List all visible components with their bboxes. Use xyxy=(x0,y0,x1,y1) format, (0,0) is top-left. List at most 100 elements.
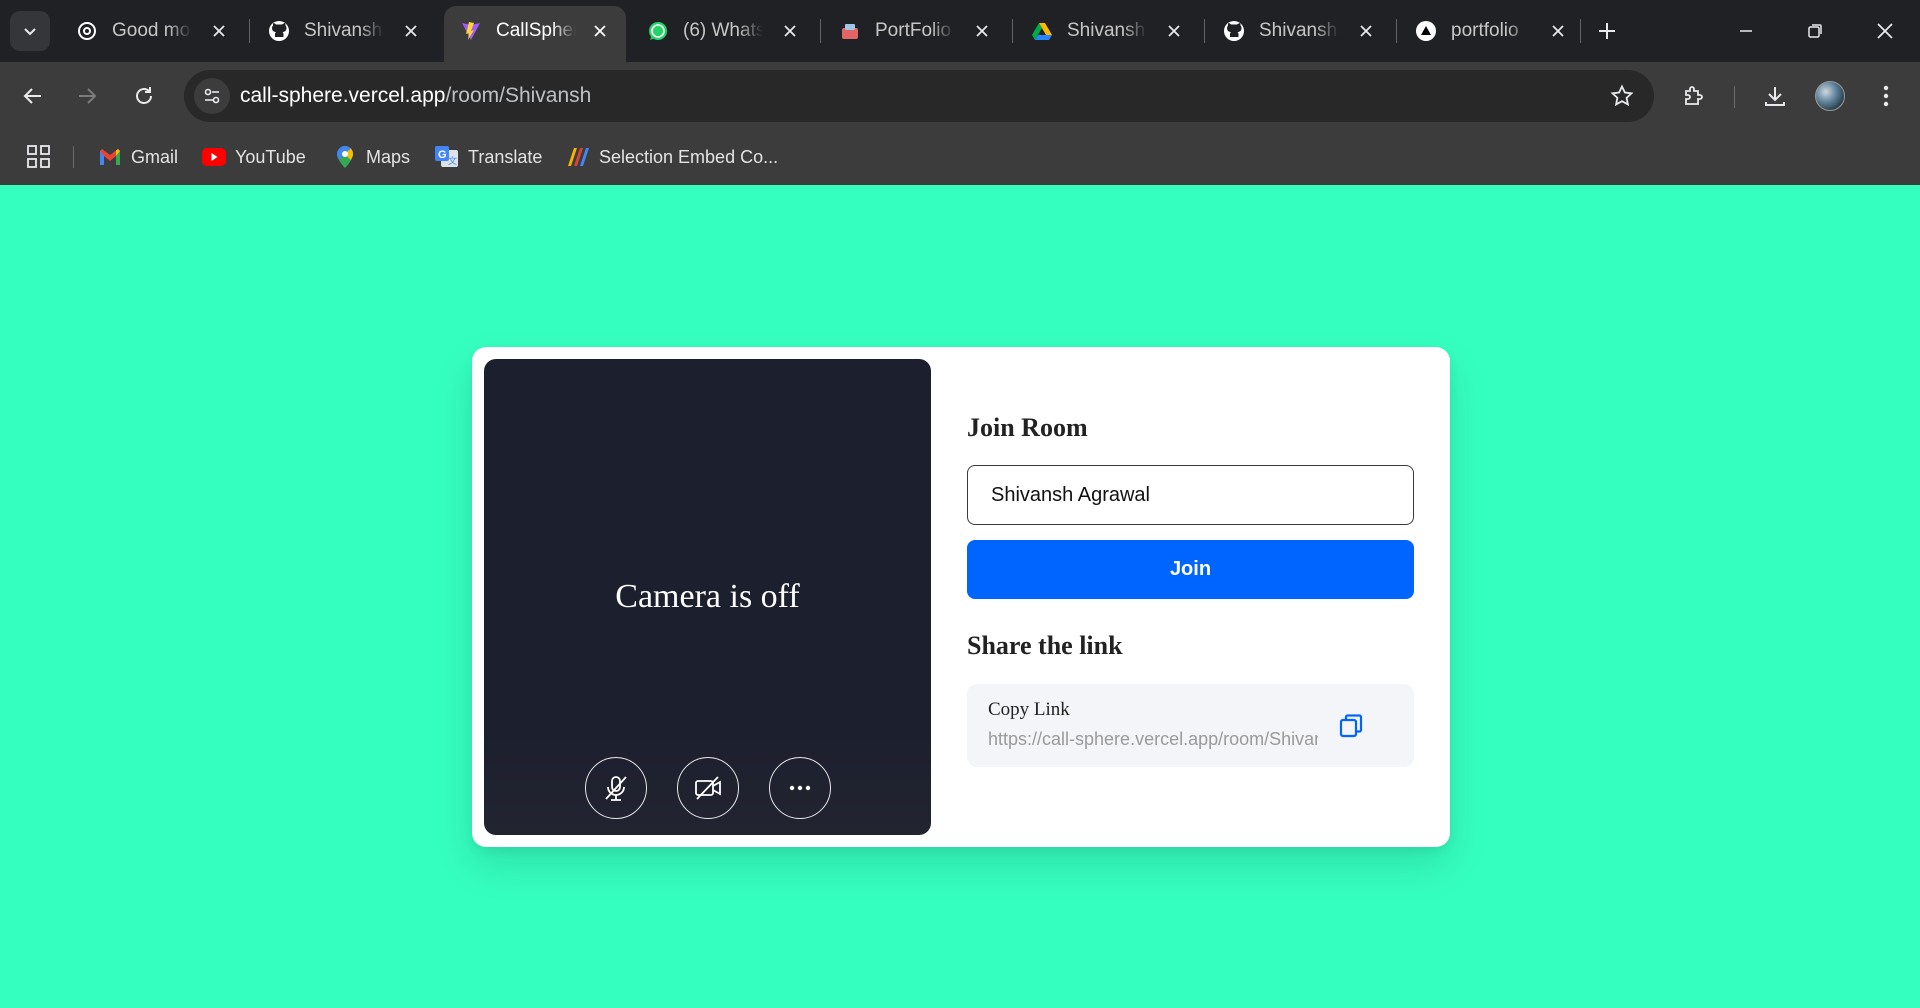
browser-toolbar: call-sphere.vercel.app/room/Shivansh xyxy=(0,62,1920,130)
tab-title: PortFolio xyxy=(875,20,952,41)
svg-text:文: 文 xyxy=(448,155,457,166)
tab-divider xyxy=(820,19,821,43)
share-url-text: https://call-sphere.vercel.app/room/Shiv… xyxy=(988,729,1318,749)
plus-icon xyxy=(1599,23,1615,39)
url-path: /room/Shivansh xyxy=(445,84,592,107)
arrow-left-icon xyxy=(23,88,41,104)
more-horizontal-icon xyxy=(789,785,811,791)
tune-icon xyxy=(204,88,220,104)
more-options-button[interactable] xyxy=(769,757,831,819)
portfolio-icon xyxy=(839,20,861,42)
bookmark-maps[interactable]: Maps xyxy=(333,144,410,170)
tab-whatsapp[interactable]: (6) WhatsA xyxy=(631,6,816,56)
vercel-icon xyxy=(1415,20,1437,42)
close-icon[interactable] xyxy=(207,19,231,43)
close-icon[interactable] xyxy=(588,19,612,43)
bookmark-label: Selection Embed Co... xyxy=(599,146,779,167)
profile-avatar[interactable] xyxy=(1815,81,1845,111)
share-link-heading: Share the link xyxy=(967,631,1123,660)
copy-link-label: Copy Link xyxy=(988,699,1070,720)
tab-title: Shivansh A xyxy=(1067,20,1147,41)
bookmark-translate[interactable]: G文 Translate xyxy=(435,144,542,170)
reload-button[interactable] xyxy=(128,80,160,112)
bookmark-gmail[interactable]: Gmail xyxy=(98,144,178,170)
close-icon[interactable] xyxy=(1546,19,1570,43)
site-info-button[interactable] xyxy=(194,78,230,114)
close-icon[interactable] xyxy=(778,19,802,43)
close-icon[interactable] xyxy=(1162,19,1186,43)
more-vertical-icon xyxy=(1883,85,1889,107)
url-text[interactable]: call-sphere.vercel.app/room/Shivansh xyxy=(240,84,591,108)
join-button[interactable]: Join xyxy=(967,540,1414,599)
vite-icon xyxy=(460,20,482,42)
bookmark-selection-embed[interactable]: Selection Embed Co... xyxy=(566,144,778,170)
close-icon[interactable] xyxy=(970,19,994,43)
download-icon xyxy=(1765,87,1785,106)
url-host: call-sphere.vercel.app xyxy=(240,84,446,107)
back-button[interactable] xyxy=(17,80,49,112)
bookmark-star-button[interactable] xyxy=(1608,82,1636,110)
downloads-button[interactable] xyxy=(1759,80,1791,112)
bookmark-label: Gmail xyxy=(131,146,179,167)
chevron-down-icon xyxy=(24,28,36,36)
bookmark-youtube[interactable]: YouTube xyxy=(202,144,306,170)
minimize-icon xyxy=(1740,30,1752,32)
extensions-button[interactable] xyxy=(1678,80,1710,112)
bookmark-label: Translate xyxy=(468,146,543,167)
tab-github-1[interactable]: Shivansha xyxy=(252,6,437,56)
tab-github-2[interactable]: Shivansha xyxy=(1207,6,1392,56)
tab-divider xyxy=(1204,19,1205,43)
toggle-camera-button[interactable] xyxy=(677,757,739,819)
bookmark-label: Maps xyxy=(366,146,411,167)
arrow-right-icon xyxy=(79,88,97,104)
google-drive-icon xyxy=(1031,20,1053,42)
tab-title: CallSphere xyxy=(496,20,576,41)
chatgpt-icon xyxy=(76,20,98,42)
name-input[interactable] xyxy=(967,465,1414,525)
tab-callsphere[interactable]: CallSphere xyxy=(444,6,626,62)
github-icon xyxy=(268,20,290,42)
embed-icon xyxy=(566,145,590,169)
github-icon xyxy=(1223,20,1245,42)
puzzle-icon xyxy=(1685,86,1703,105)
tab-google-drive[interactable]: Shivansh A xyxy=(1015,6,1200,56)
tab-portfolio-2[interactable]: portfolio xyxy=(1399,6,1584,56)
tab-portfolio-1[interactable]: PortFolio xyxy=(823,6,1008,56)
bookmarks-divider xyxy=(73,146,74,168)
copy-link-button[interactable] xyxy=(1335,710,1367,742)
maps-icon xyxy=(333,145,357,169)
video-preview: Camera is off xyxy=(484,359,931,835)
tab-strip: Good mor Shivansha CallSphere (6) WhatsA… xyxy=(0,0,1920,62)
address-bar[interactable]: call-sphere.vercel.app/room/Shivansh xyxy=(184,70,1654,122)
tab-title: portfolio xyxy=(1451,20,1519,41)
tab-search-button[interactable] xyxy=(10,11,50,51)
tab-title: (6) WhatsA xyxy=(683,20,763,41)
apps-grid-icon[interactable] xyxy=(26,144,52,170)
close-icon[interactable] xyxy=(1354,19,1378,43)
mute-microphone-button[interactable] xyxy=(585,757,647,819)
browser-menu-button[interactable] xyxy=(1870,80,1902,112)
tab-divider xyxy=(1396,19,1397,43)
tab-divider xyxy=(1580,19,1581,43)
join-room-heading: Join Room xyxy=(967,413,1088,442)
join-panel: Join Room Join Share the link Copy Link … xyxy=(967,347,1417,847)
tab-title: Shivansha xyxy=(304,20,384,41)
toolbar-divider xyxy=(1734,86,1735,108)
restore-button[interactable] xyxy=(1800,16,1830,46)
whatsapp-icon xyxy=(647,20,669,42)
close-icon xyxy=(1877,23,1893,39)
tab-chatgpt[interactable]: Good mor xyxy=(60,6,245,56)
youtube-icon xyxy=(202,145,226,169)
close-window-button[interactable] xyxy=(1870,16,1900,46)
new-tab-button[interactable] xyxy=(1592,16,1622,46)
svg-text:G: G xyxy=(438,149,447,161)
reload-icon xyxy=(136,87,152,104)
minimize-button[interactable] xyxy=(1731,16,1761,46)
forward-button[interactable] xyxy=(71,80,103,112)
bookmark-label: YouTube xyxy=(235,146,306,167)
bookmarks-bar: Gmail YouTube Maps G文 Translate Selectio… xyxy=(0,130,1920,185)
close-icon[interactable] xyxy=(399,19,423,43)
share-link-box: Copy Link https://call-sphere.vercel.app… xyxy=(967,684,1414,767)
copy-icon xyxy=(1339,714,1363,738)
camera-off-icon xyxy=(695,776,721,800)
